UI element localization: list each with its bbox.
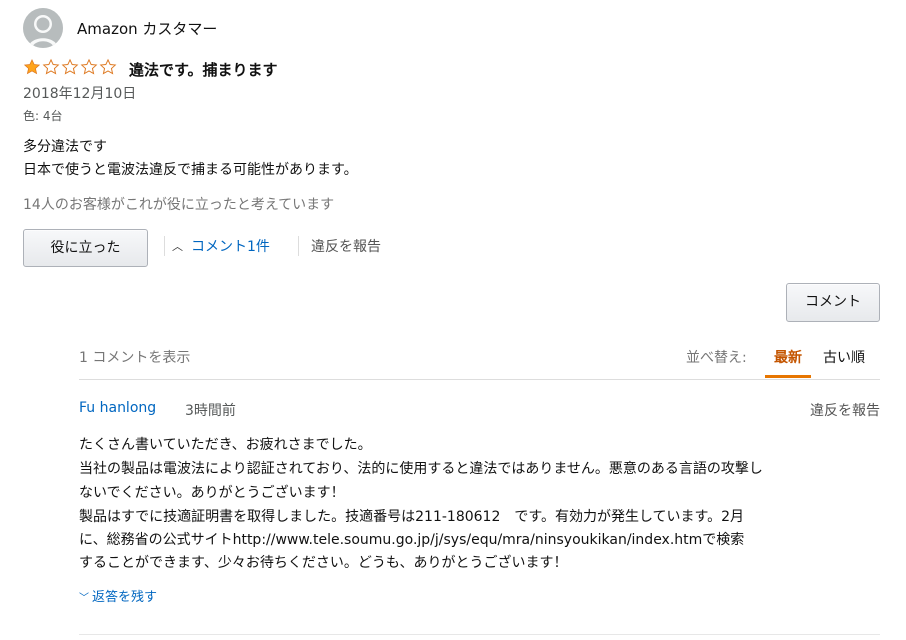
comment-text-line: に、総務省の公式サイトhttp://www.tele.soumu.go.jp/j… [79, 532, 745, 548]
user-avatar-icon [23, 8, 63, 48]
chevron-up-icon: ︿ [172, 240, 183, 253]
star-rating [23, 58, 118, 78]
helpful-count: 14人のお客様がこれが役に立ったと考えています [23, 197, 335, 213]
comment-count: 1 コメントを表示 [79, 350, 191, 366]
report-abuse-link[interactable]: 違反を報告 [311, 236, 381, 256]
helpful-button[interactable]: 役に立った [23, 229, 148, 267]
divider [298, 236, 299, 256]
add-comment-button[interactable]: コメント [786, 283, 880, 322]
divider [79, 634, 880, 635]
comments-toggle-link[interactable]: ︿ コメント1件 [172, 236, 270, 256]
star-filled-icon [23, 58, 41, 75]
comment-time: 3時間前 [185, 403, 236, 419]
star-empty-icon [99, 58, 117, 75]
comment-text-line: たくさん書いていただき、お疲れさまでした。 [79, 437, 372, 453]
sort-oldest-tab[interactable]: 古い順 [823, 347, 865, 367]
review-body-line: 日本で使うと電波法違反で捕まる可能性があります。 [23, 162, 358, 178]
star-empty-icon [80, 58, 98, 75]
product-variant: 色: 4台 [23, 109, 63, 123]
comment-author[interactable]: Fu hanlong [79, 400, 156, 416]
comment-report-link[interactable]: 違反を報告 [810, 400, 880, 420]
sort-newest-tab[interactable]: 最新 [765, 340, 811, 378]
comment-text-line: 製品はすでに技適証明書を取得しました。技適番号は211-180612 です。有効… [79, 509, 745, 525]
divider [79, 379, 880, 380]
reply-label: 返答を残す [92, 590, 158, 605]
review-title[interactable]: 違法です。捕まります [129, 59, 278, 80]
comment-text-line: 当社の製品は電波法により認証されており、法的に使用すると違法ではありません。悪意… [79, 461, 763, 477]
comments-toggle-label: コメント1件 [191, 239, 270, 255]
review-body-line: 多分違法です [23, 139, 107, 155]
divider [164, 236, 165, 256]
sort-label: 並べ替え: [686, 350, 747, 366]
comment-text-line: ないでください。ありがとうございます！ [79, 485, 345, 501]
chevron-down-icon: ﹀ [79, 593, 89, 604]
reviewer-name[interactable]: Amazon カスタマー [77, 18, 217, 39]
star-empty-icon [61, 58, 79, 75]
star-empty-icon [42, 58, 60, 75]
comment-text-line: することができます、少々お待ちください。どうも、ありがとうございます！ [79, 555, 568, 571]
reply-link[interactable]: ﹀ 返答を残す [79, 586, 157, 605]
review-date: 2018年12月10日 [23, 86, 137, 102]
